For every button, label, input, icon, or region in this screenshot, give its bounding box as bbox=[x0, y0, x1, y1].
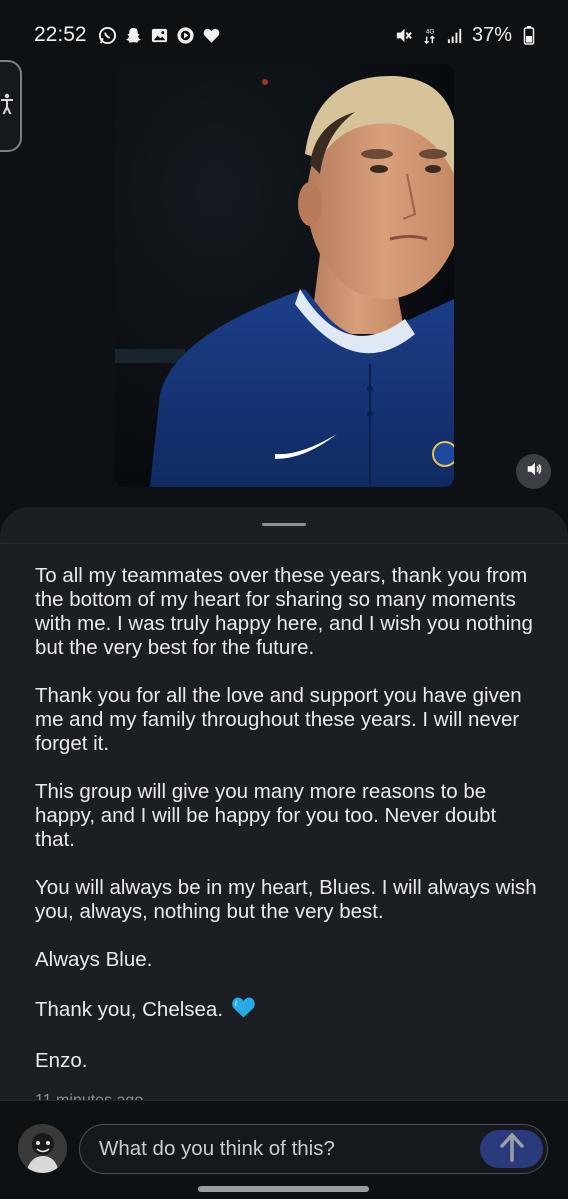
sheet-drag-handle[interactable] bbox=[262, 523, 306, 526]
status-time: 22:52 bbox=[34, 23, 87, 46]
blue-heart-icon bbox=[231, 996, 256, 1025]
caption-text: To all my teammates over these years, th… bbox=[35, 564, 540, 1097]
record-icon bbox=[176, 26, 195, 45]
status-bar: 22:52 4G 37% bbox=[0, 0, 568, 70]
sheet-divider bbox=[0, 543, 568, 544]
gallery-icon bbox=[150, 26, 169, 45]
caption-paragraph: This group will give you many more reaso… bbox=[35, 780, 497, 851]
reply-composer: What do you think of this? bbox=[0, 1100, 568, 1199]
accessibility-icon bbox=[0, 93, 14, 120]
reply-input[interactable]: What do you think of this? bbox=[79, 1124, 548, 1174]
caption-paragraph-thanks: Thank you, Chelsea. bbox=[35, 996, 540, 1025]
accessibility-tab[interactable] bbox=[0, 60, 22, 152]
signal-icon bbox=[446, 26, 465, 45]
caption-paragraph: Thank you for all the love and support y… bbox=[35, 684, 522, 755]
battery-icon bbox=[519, 26, 538, 45]
reply-placeholder: What do you think of this? bbox=[99, 1137, 335, 1160]
caption-paragraph: Enzo. bbox=[35, 1049, 88, 1072]
status-left: 22:52 bbox=[34, 23, 221, 47]
caption-thanks-text: Thank you, Chelsea. bbox=[35, 998, 224, 1021]
caption-paragraph: You will always be in my heart, Blues. I… bbox=[35, 876, 537, 923]
svg-text:4G: 4G bbox=[426, 28, 435, 35]
story-viewer-screen: 22:52 4G 37% To all my teammates over th… bbox=[0, 0, 568, 1199]
post-timestamp: 11 minutes ago bbox=[35, 1090, 143, 1100]
heart-icon bbox=[202, 26, 221, 45]
story-media[interactable] bbox=[115, 64, 454, 487]
battery-percent: 37% bbox=[471, 23, 512, 46]
player-photo bbox=[115, 64, 454, 487]
avatar[interactable] bbox=[18, 1124, 67, 1173]
sound-toggle-button[interactable] bbox=[516, 454, 551, 489]
data-4g-icon: 4G bbox=[420, 26, 439, 45]
send-button[interactable] bbox=[480, 1130, 543, 1168]
home-indicator[interactable] bbox=[198, 1186, 369, 1192]
caption-paragraph: Always Blue. bbox=[35, 948, 153, 971]
caption-paragraph: To all my teammates over these years, th… bbox=[35, 564, 533, 659]
volume-icon bbox=[525, 460, 543, 483]
snapchat-icon bbox=[124, 26, 143, 45]
whatsapp-icon bbox=[98, 26, 117, 45]
arrow-up-icon bbox=[499, 1132, 525, 1167]
mute-icon bbox=[394, 26, 413, 45]
status-right: 4G 37% bbox=[394, 24, 538, 47]
caption-sheet: To all my teammates over these years, th… bbox=[0, 507, 568, 1147]
